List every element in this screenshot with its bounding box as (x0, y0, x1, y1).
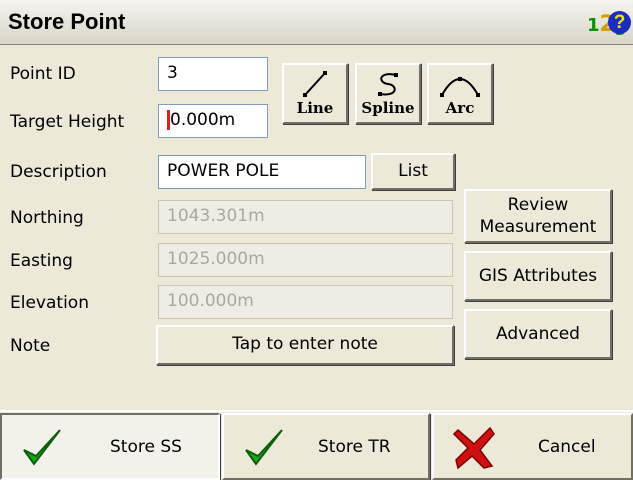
target-height-input[interactable]: 0.000m (158, 104, 268, 138)
note-label: Note (10, 336, 51, 356)
list-button[interactable]: List (371, 153, 455, 190)
elevation-field: 100.000m (158, 285, 453, 319)
line-button[interactable]: Line (282, 63, 348, 124)
review-line2: Measurement (479, 217, 597, 237)
arc-button-label: Arc (445, 99, 475, 117)
arc-icon (440, 77, 480, 97)
description-label: Description (10, 162, 107, 182)
checkmark-icon (245, 429, 283, 466)
point-id-label: Point ID (10, 64, 76, 84)
window-title: Store Point (8, 9, 126, 34)
description-input[interactable]: POWER POLE (158, 155, 366, 189)
line-button-label: Line (296, 99, 334, 117)
help-icon[interactable]: ? (608, 11, 631, 34)
store-ss-button[interactable]: Store SS (0, 413, 220, 480)
spline-button[interactable]: Spline (355, 63, 421, 124)
store-tr-label: Store TR (318, 437, 391, 457)
review-measurement-button[interactable]: Review Measurement (464, 189, 612, 243)
advanced-button[interactable]: Advanced (464, 309, 612, 359)
divider (0, 410, 633, 412)
arc-button[interactable]: Arc (427, 63, 493, 124)
easting-field: 1025.000m (158, 243, 453, 277)
note-button[interactable]: Tap to enter note (156, 325, 454, 365)
spline-button-label: Spline (361, 99, 415, 117)
target-height-label: Target Height (10, 112, 125, 132)
northing-label: Northing (10, 208, 84, 228)
review-line1: Review (507, 195, 569, 215)
line-icon (303, 71, 327, 97)
cancel-button[interactable]: Cancel (432, 413, 633, 480)
northing-field: 1043.301m (158, 200, 453, 234)
cancel-label: Cancel (538, 437, 596, 457)
store-ss-label: Store SS (110, 437, 182, 457)
cancel-x-icon (452, 426, 495, 470)
elevation-label: Elevation (10, 293, 89, 313)
store-tr-button[interactable]: Store TR (222, 413, 430, 480)
point-id-input[interactable]: 3 (158, 57, 268, 91)
target-height-value: 0.000m (170, 110, 236, 130)
checkmark-icon (23, 429, 61, 466)
spline-icon (378, 73, 398, 96)
gis-attributes-button[interactable]: GIS Attributes (464, 251, 612, 301)
title-bar: Store Point 123 ? (0, 0, 633, 45)
easting-label: Easting (10, 251, 73, 271)
